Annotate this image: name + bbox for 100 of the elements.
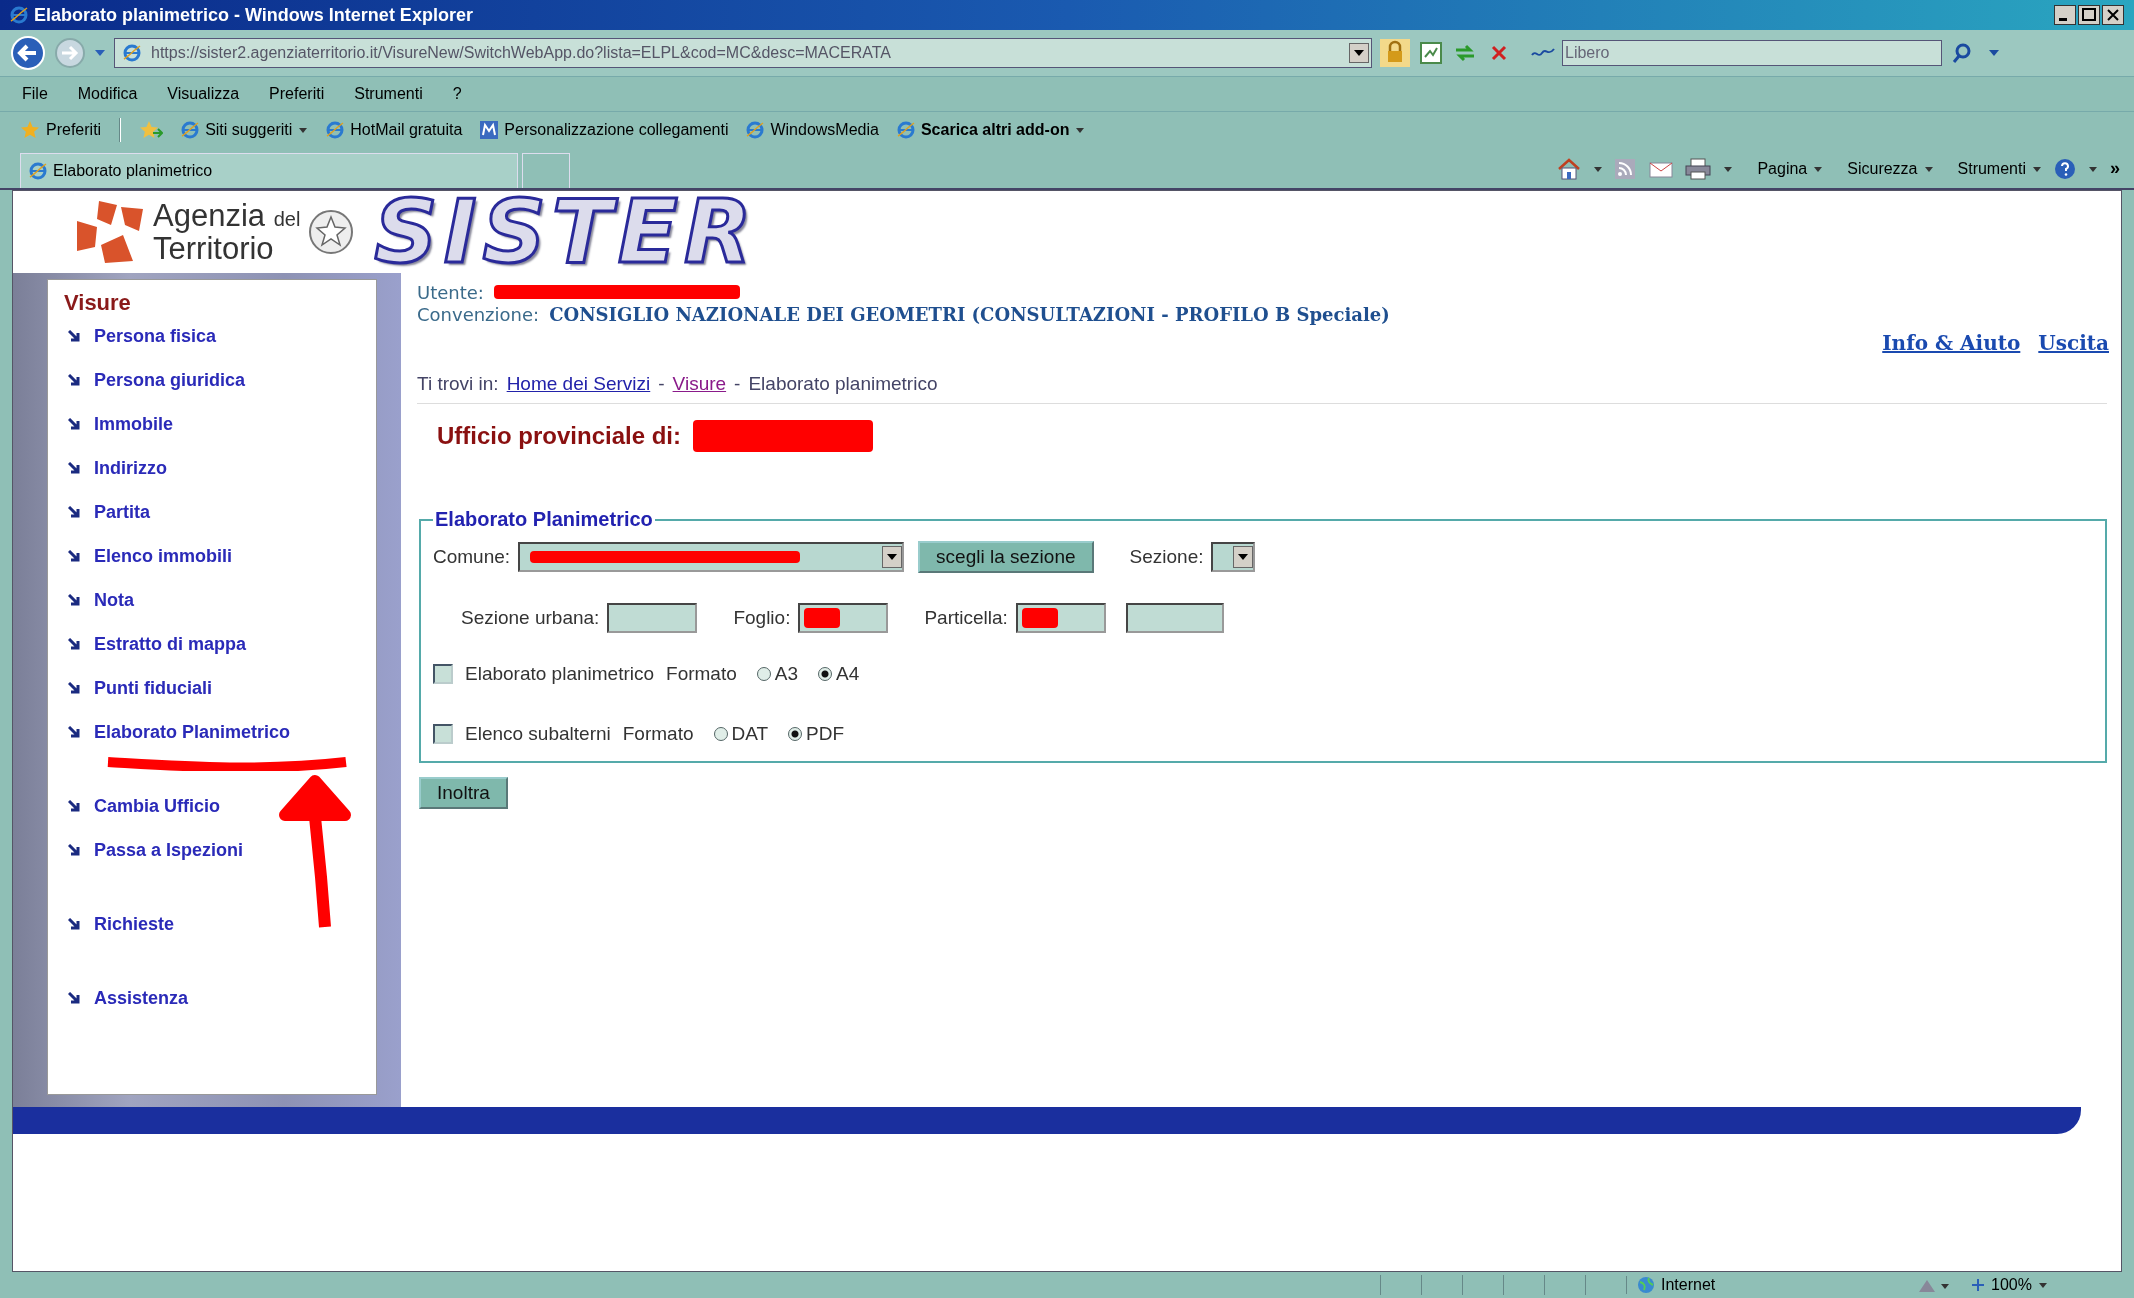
breadcrumb-link[interactable]: Home dei Servizi (506, 373, 651, 395)
browser-tab[interactable]: Elaborato planimetrico (20, 153, 518, 188)
address-field[interactable]: https://sister2.agenziaterritorio.it/VisureNew/SwitchWebApp.do?lista=ELPL&cod=MC&desc=MACERATA (114, 38, 1372, 68)
caret-icon (2037, 1281, 2048, 1289)
field-label: Particella: (924, 607, 1008, 629)
convention-value: CONSIGLIO NAZIONALE DEI GEOMETRI (CONSULTAZIONI - PROFILO B Speciale) (549, 303, 1390, 325)
close-icon[interactable] (2102, 5, 2124, 25)
sidebar-title: Visure (64, 290, 132, 316)
emblem-icon (308, 209, 355, 255)
caret-icon (2032, 165, 2042, 173)
menu-item[interactable]: Preferiti (269, 85, 325, 103)
comune-dropdown[interactable] (518, 542, 905, 572)
caret-icon[interactable] (1593, 165, 1604, 173)
breadcrumb-link[interactable]: Visure (672, 373, 727, 395)
header-link[interactable]: Uscita (2038, 331, 2109, 355)
arrow-icon (68, 682, 80, 694)
submit-button[interactable]: Inoltra (419, 777, 508, 809)
arrow-icon (68, 844, 80, 856)
arrow-icon (68, 506, 80, 518)
sidebar-link[interactable]: Assistenza (64, 988, 189, 1008)
zoom-control[interactable]: 100% (1971, 1276, 2048, 1294)
maximize-icon[interactable] (2078, 5, 2100, 25)
input-field[interactable] (1015, 603, 1106, 633)
printer-icon[interactable] (1685, 158, 1712, 180)
sidebar-link[interactable]: Punti fiduciali (64, 678, 212, 698)
mail-icon[interactable] (1649, 159, 1674, 179)
header-link[interactable]: Info & Aiuto (1882, 331, 2021, 355)
favorites-link[interactable]: WindowsMedia (746, 121, 879, 139)
input-field[interactable] (607, 603, 698, 633)
sidebar-link[interactable]: Richieste (64, 914, 175, 934)
sidebar-link[interactable]: Immobile (64, 414, 173, 434)
checkbox[interactable] (433, 664, 453, 684)
arrow-icon (68, 726, 80, 738)
compatibility-icon[interactable] (1418, 40, 1444, 66)
search-field[interactable]: Libero (1562, 40, 1942, 66)
help-icon[interactable] (2054, 158, 2076, 180)
field-label: Foglio: (733, 607, 791, 629)
favorites-link[interactable]: Personalizzazione collegamenti (480, 121, 729, 139)
minimize-icon[interactable] (2054, 5, 2076, 25)
field-label: Formato (666, 663, 737, 685)
menu-item[interactable]: Visualizza (167, 85, 240, 103)
overflow-button[interactable]: » (2110, 158, 2120, 179)
favorites-link[interactable]: Siti suggeriti (181, 121, 309, 139)
radio-label: DAT (731, 723, 769, 745)
field-label: Sezione urbana: (461, 607, 600, 629)
user-label: Utente: (417, 281, 484, 303)
input-field[interactable] (1125, 603, 1224, 633)
dropdown-caret-icon (1233, 546, 1254, 568)
sidebar-link[interactable]: Persona fisica (64, 326, 217, 346)
agency-name: Territorio (153, 233, 275, 264)
back-icon[interactable] (10, 35, 46, 71)
sidebar-link[interactable]: Indirizzo (64, 458, 167, 478)
arrow-icon (68, 800, 80, 812)
dropdown-caret-icon[interactable] (1349, 43, 1369, 63)
sidebar-link[interactable]: Elaborato Planimetrico (64, 722, 291, 742)
command-menu[interactable]: Pagina (1745, 160, 1824, 178)
radio-button[interactable] (788, 727, 803, 741)
breadcrumb-separator: - (658, 373, 665, 395)
sidebar-link[interactable]: Elenco immobili (64, 546, 233, 566)
globe-icon (1637, 1276, 1655, 1294)
caret-icon (1813, 165, 1824, 173)
arrow-icon (68, 992, 80, 1004)
page-icon (123, 44, 141, 62)
lock-icon[interactable] (1380, 39, 1410, 67)
home-icon[interactable] (1557, 158, 1582, 180)
breadcrumb-current: Elaborato planimetrico (748, 373, 938, 395)
zoom-icon (1971, 1278, 1985, 1292)
command-menu[interactable]: Sicurezza (1835, 160, 1934, 178)
sidebar-link[interactable]: Persona giuridica (64, 370, 246, 390)
command-menu[interactable]: Strumenti (1945, 160, 2042, 178)
arrow-icon (68, 330, 80, 342)
caret-icon[interactable] (1723, 165, 1734, 173)
choose-section-button[interactable]: scegli la sezione (918, 541, 1094, 573)
radio-button[interactable] (713, 727, 728, 741)
sidebar-link[interactable]: Estratto di mappa (64, 634, 247, 654)
favorites-link[interactable]: HotMail gratuita (326, 121, 463, 139)
menu-item[interactable]: Strumenti (354, 85, 423, 103)
arrow-icon (68, 418, 80, 430)
radio-label: A3 (774, 663, 799, 685)
menu-item[interactable]: ? (452, 85, 462, 103)
checkbox[interactable] (433, 724, 453, 744)
arrow-icon (68, 638, 80, 650)
sidebar-link[interactable]: Cambia Ufficio (64, 796, 221, 816)
radio-button[interactable] (756, 667, 771, 681)
radio-button[interactable] (818, 667, 833, 681)
sidebar-link[interactable]: Nota (64, 590, 134, 610)
sidebar-link[interactable]: Passa a Ispezioni (64, 840, 244, 860)
star-icon (20, 120, 40, 140)
section-dropdown[interactable] (1211, 542, 1256, 572)
input-field[interactable] (798, 603, 889, 633)
favorites-link[interactable]: Scarica altri add-on (896, 121, 1086, 139)
sidebar-link[interactable]: Partita (64, 502, 151, 522)
caret-icon[interactable] (2088, 165, 2098, 173)
convention-label: Convenzione: (417, 303, 540, 325)
sister-logo: SISTER (374, 188, 758, 276)
menu-item[interactable]: File (22, 85, 48, 103)
favorites-button[interactable]: Preferiti (20, 120, 102, 140)
menu-item[interactable]: Modifica (77, 85, 138, 103)
arrow-icon (68, 918, 80, 930)
radio-label: A4 (836, 663, 860, 685)
